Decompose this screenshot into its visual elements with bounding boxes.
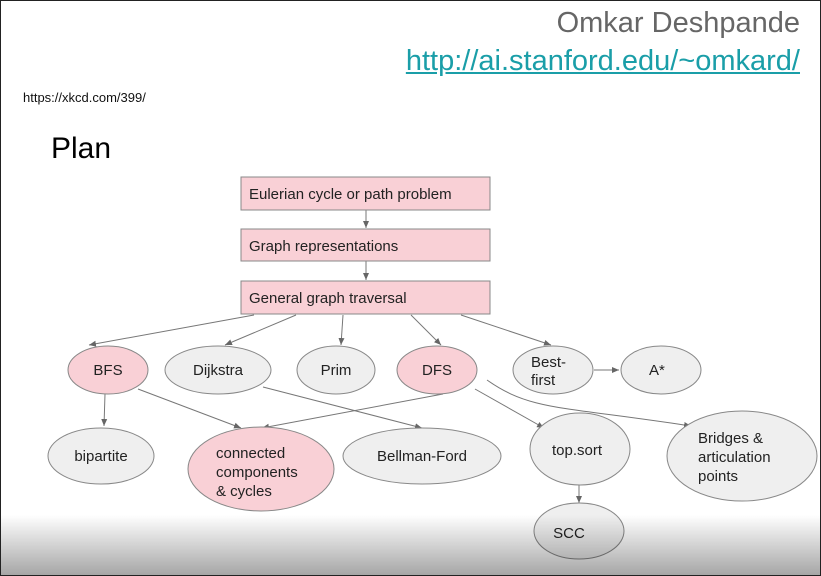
label-best-first-1: Best-	[531, 354, 566, 371]
label-astar: A*	[649, 362, 665, 379]
label-bridges-1: Bridges &	[698, 430, 763, 447]
edge-trav-dijkstra	[224, 314, 297, 346]
label-eulerian: Eulerian cycle or path problem	[249, 186, 452, 203]
label-bridges-2: articulation	[698, 449, 771, 466]
edge-trav-dfs	[410, 314, 442, 346]
edge-dfs-connected	[261, 393, 444, 430]
label-topsort: top.sort	[552, 442, 603, 459]
label-dfs: DFS	[422, 362, 452, 379]
label-bfs: BFS	[93, 362, 122, 379]
label-general-traversal: General graph traversal	[249, 290, 407, 307]
label-scc: SCC	[553, 525, 585, 542]
slide: Omkar Deshpande http://ai.stanford.edu/~…	[0, 0, 821, 576]
plan-diagram: Eulerian cycle or path problem Graph rep…	[47, 176, 818, 560]
label-connected-2: components	[216, 464, 298, 481]
edge-bfs-bipartite	[101, 393, 108, 427]
label-prim: Prim	[321, 362, 352, 379]
label-graph-representations: Graph representations	[249, 238, 398, 255]
label-bellman-ford: Bellman-Ford	[377, 448, 467, 465]
edge-trav-bfs	[88, 314, 255, 347]
edge-dfs-topsort	[474, 388, 545, 429]
label-bridges-3: points	[698, 468, 738, 485]
edge-trav-bestfirst	[460, 314, 552, 346]
label-dijkstra: Dijkstra	[193, 362, 244, 379]
edge-bfs-connected	[137, 388, 242, 429]
label-connected-3: & cycles	[216, 483, 272, 500]
label-bipartite: bipartite	[74, 448, 127, 465]
label-best-first-2: first	[531, 372, 556, 389]
edge-trav-prim	[338, 314, 345, 346]
label-connected-1: connected	[216, 445, 285, 462]
